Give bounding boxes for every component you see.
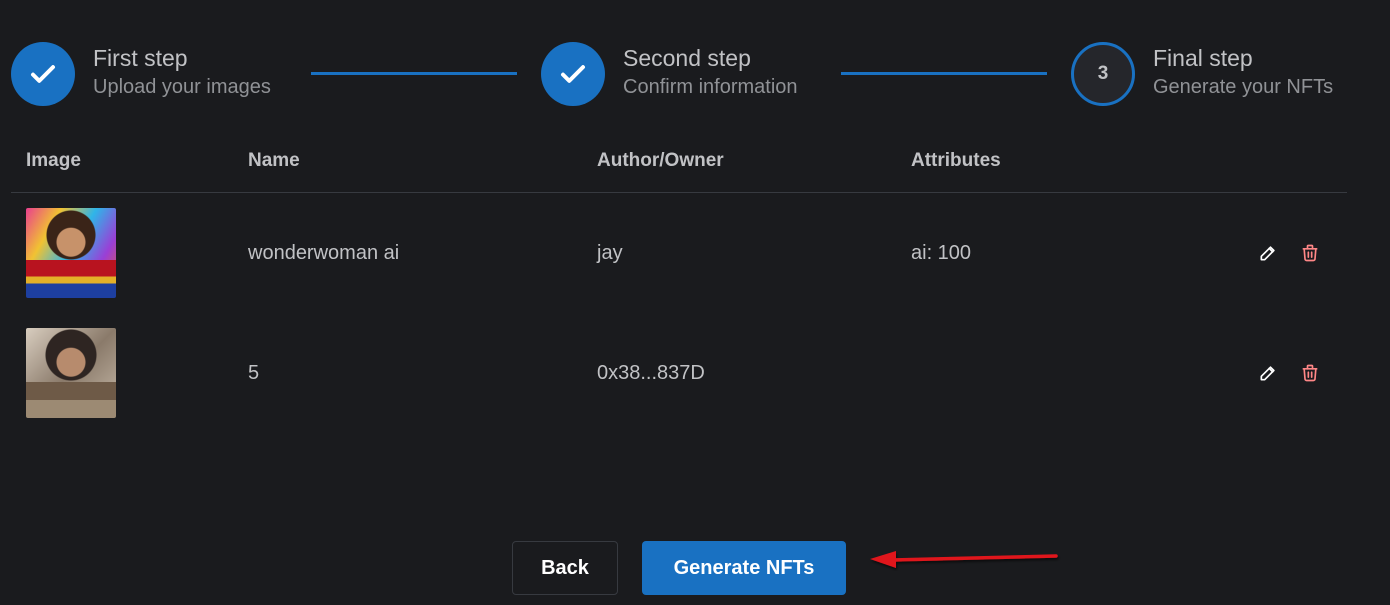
nft-image-thumbnail [26, 328, 116, 418]
stepper: First step Upload your images Second ste… [11, 42, 1351, 106]
nft-table: Image Name Author/Owner Attributes wonde… [11, 130, 1347, 433]
column-header-author: Author/Owner [582, 130, 896, 193]
table-header-row: Image Name Author/Owner Attributes [11, 130, 1347, 193]
trash-icon [1302, 364, 1318, 382]
step-description: Confirm information [623, 76, 798, 98]
table-row: 5 0x38...837D [11, 313, 1347, 433]
step-complete-indicator [541, 42, 605, 106]
edit-button[interactable] [1257, 362, 1279, 384]
step-title: Final step [1153, 45, 1253, 71]
back-button[interactable]: Back [512, 541, 618, 595]
check-icon [561, 65, 585, 83]
step-final[interactable]: 3 Final step Generate your NFTs [1071, 42, 1333, 106]
pencil-icon [1260, 366, 1275, 381]
nft-author-cell: jay [597, 241, 623, 264]
trash-icon [1302, 244, 1318, 262]
step-number-indicator: 3 [1071, 42, 1135, 106]
check-icon [31, 65, 55, 83]
step-complete-indicator [11, 42, 75, 106]
delete-button[interactable] [1299, 362, 1321, 384]
step-second[interactable]: Second step Confirm information [541, 42, 798, 106]
step-description: Upload your images [93, 76, 271, 98]
nft-image-thumbnail [26, 208, 116, 298]
generate-nfts-button[interactable]: Generate NFTs [642, 541, 846, 595]
step-connector [841, 72, 1047, 75]
column-header-name: Name [233, 130, 582, 193]
step-first[interactable]: First step Upload your images [11, 42, 271, 106]
step-title: First step [93, 45, 188, 71]
nft-author-cell: 0x38...837D [597, 361, 705, 384]
nft-name-cell: wonderwoman ai [248, 241, 400, 264]
pencil-icon [1260, 246, 1275, 261]
step-description: Generate your NFTs [1153, 76, 1334, 98]
step-title: Second step [623, 45, 751, 71]
red-arrow-annotation [870, 551, 1058, 568]
table-row: wonderwoman ai jay ai: 100 [11, 193, 1347, 314]
nft-attributes-cell [896, 313, 1212, 433]
nft-name-cell: 5 [248, 361, 260, 384]
step-connector [311, 72, 517, 75]
nft-attributes-cell: ai: 100 [911, 241, 972, 264]
column-header-image: Image [11, 130, 233, 193]
column-header-attributes: Attributes [896, 130, 1212, 193]
column-header-actions [1212, 130, 1347, 193]
edit-button[interactable] [1257, 242, 1279, 264]
delete-button[interactable] [1299, 242, 1321, 264]
